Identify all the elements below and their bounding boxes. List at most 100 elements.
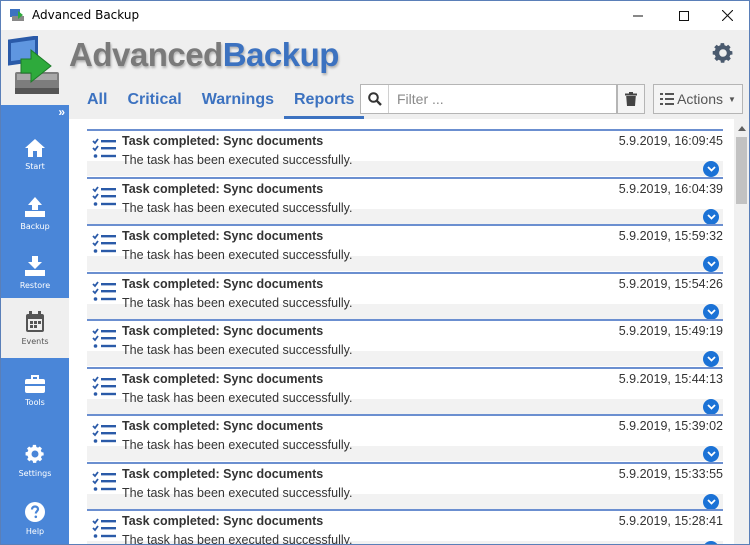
gear-icon <box>25 444 44 463</box>
sidebar-item-label: Start <box>25 161 45 171</box>
event-message: The task has been executed successfully. <box>122 153 353 167</box>
close-icon <box>721 10 733 21</box>
event-item[interactable]: Task completed: Sync documents The task … <box>87 414 723 462</box>
upload-icon <box>25 196 45 217</box>
scroll-up-button[interactable] <box>734 122 749 134</box>
sidebar-item-events[interactable]: Events <box>1 298 69 358</box>
chevron-down-icon: ▼ <box>728 94 736 104</box>
task-list-icon <box>92 518 116 538</box>
sidebar-item-label: Settings <box>18 468 52 478</box>
actions-label: Actions <box>677 91 723 107</box>
settings-button[interactable] <box>711 41 735 65</box>
event-message: The task has been executed successfully. <box>122 438 353 452</box>
sidebar-collapse-button[interactable]: » <box>1 105 69 121</box>
event-timestamp: 5.9.2019, 15:28:41 <box>618 514 723 528</box>
event-title: Task completed: Sync documents <box>122 276 324 291</box>
home-icon <box>25 138 45 157</box>
sidebar-item-tools[interactable]: Tools <box>1 361 69 419</box>
sidebar-item-restore[interactable]: Restore <box>1 243 69 301</box>
event-timestamp: 5.9.2019, 15:54:26 <box>618 276 723 291</box>
logo-part2: Backup <box>222 36 340 73</box>
clear-events-button[interactable] <box>617 84 645 114</box>
chevron-down-icon <box>706 356 716 362</box>
expand-event-button[interactable] <box>703 351 719 367</box>
event-item[interactable]: Task completed: Sync documents The task … <box>87 176 723 225</box>
question-icon <box>25 501 45 522</box>
backup-app-icon <box>10 9 24 21</box>
trash-icon <box>625 92 637 106</box>
app-logo-text: AdvancedBackup <box>69 36 339 74</box>
event-item[interactable]: Task completed: Sync documents The task … <box>87 461 723 510</box>
tab-warnings[interactable]: Warnings <box>192 81 284 119</box>
logo-part1: Advanced <box>69 36 223 73</box>
event-timestamp: 5.9.2019, 15:59:32 <box>618 229 723 243</box>
tab-all[interactable]: All <box>77 81 117 119</box>
event-title: Task completed: Sync documents <box>122 466 324 481</box>
event-item[interactable]: Task completed: Sync documents The task … <box>87 129 723 177</box>
expand-event-button[interactable] <box>703 208 719 225</box>
minimize-icon <box>633 15 643 16</box>
sidebar-item-start[interactable]: Start <box>1 125 69 183</box>
chevron-down-icon <box>706 308 716 315</box>
event-title: Task completed: Sync documents <box>122 181 324 196</box>
title-bar: Advanced Backup <box>1 1 749 30</box>
minimize-button[interactable] <box>615 1 661 30</box>
event-list: Task completed: Sync documents The task … <box>69 119 749 544</box>
task-list-icon <box>92 423 116 443</box>
event-timestamp: 5.9.2019, 15:44:13 <box>618 371 723 386</box>
event-timestamp: 5.9.2019, 15:33:55 <box>618 466 723 481</box>
download-icon <box>25 255 45 276</box>
sidebar-item-label: Events <box>21 336 49 346</box>
event-title: Task completed: Sync documents <box>122 371 324 386</box>
event-title: Task completed: Sync documents <box>122 134 324 148</box>
chevron-down-icon <box>706 451 716 457</box>
app-window: Advanced Backup AdvancedBackup » Start B… <box>0 0 750 545</box>
event-item[interactable]: Task completed: Sync documents The task … <box>87 224 723 272</box>
expand-event-button[interactable] <box>703 161 719 177</box>
expand-event-button[interactable] <box>703 446 719 462</box>
task-list-icon <box>92 328 116 348</box>
close-button[interactable] <box>704 1 749 30</box>
event-item[interactable]: Task completed: Sync documents The task … <box>87 271 723 320</box>
task-list-icon <box>92 138 116 158</box>
sidebar-item-backup[interactable]: Backup <box>1 184 69 242</box>
app-logo-icon <box>8 36 59 94</box>
expand-event-button[interactable] <box>703 256 719 272</box>
event-item[interactable]: Task completed: Sync documents The task … <box>87 366 723 415</box>
event-title: Task completed: Sync documents <box>122 419 324 433</box>
sidebar-item-label: Backup <box>20 221 50 231</box>
event-item[interactable]: Task completed: Sync documents The task … <box>87 509 723 544</box>
filter-input[interactable] <box>391 86 615 112</box>
chevron-down-icon <box>706 261 716 267</box>
event-timestamp: 5.9.2019, 15:39:02 <box>618 419 723 433</box>
event-tabs: All Critical Warnings Reports <box>77 81 365 119</box>
tab-critical[interactable]: Critical <box>117 81 191 119</box>
event-message: The task has been executed successfully. <box>122 390 353 405</box>
event-title: Task completed: Sync documents <box>122 514 324 528</box>
expand-event-button[interactable] <box>703 398 719 415</box>
maximize-button[interactable] <box>661 1 707 30</box>
event-timestamp: 5.9.2019, 16:09:45 <box>618 134 723 148</box>
chevron-down-icon <box>706 403 716 410</box>
actions-dropdown-button[interactable]: Actions ▼ <box>653 84 743 114</box>
event-message: The task has been executed successfully. <box>122 248 353 262</box>
event-message: The task has been executed successfully. <box>122 343 353 357</box>
calendar-icon <box>26 310 44 332</box>
tab-reports[interactable]: Reports <box>284 81 365 119</box>
expand-event-button[interactable] <box>703 493 719 510</box>
sidebar-item-settings[interactable]: Settings <box>1 431 69 489</box>
chevron-down-icon <box>706 213 716 220</box>
event-timestamp: 5.9.2019, 15:49:19 <box>618 324 723 338</box>
event-timestamp: 5.9.2019, 16:04:39 <box>618 181 723 196</box>
task-list-icon <box>92 233 116 253</box>
app-header: AdvancedBackup <box>1 30 749 78</box>
vertical-scrollbar[interactable] <box>734 119 749 544</box>
sidebar-item-help[interactable]: Help <box>1 489 69 544</box>
chevron-down-icon <box>706 166 716 172</box>
event-item[interactable]: Task completed: Sync documents The task … <box>87 319 723 367</box>
scroll-thumb[interactable] <box>736 137 747 204</box>
sidebar-item-label: Tools <box>25 397 45 407</box>
expand-event-button[interactable] <box>703 303 719 320</box>
filter-search-button[interactable] <box>361 85 389 113</box>
window-title: Advanced Backup <box>32 8 140 22</box>
